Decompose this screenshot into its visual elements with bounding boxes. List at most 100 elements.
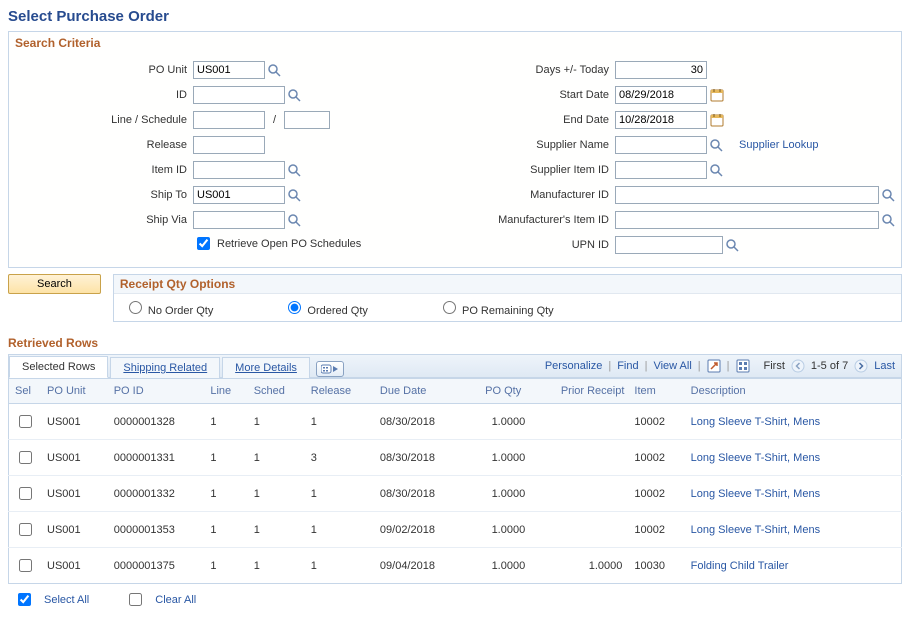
supplier-name-input[interactable] [615, 136, 707, 154]
cell-spacer [872, 404, 902, 440]
cell-po-qty: 1.0000 [462, 512, 531, 548]
cell-line: 1 [204, 512, 247, 548]
cell-sched: 1 [248, 548, 305, 584]
row-select-checkbox[interactable] [19, 451, 32, 464]
lookup-icon[interactable] [710, 139, 723, 152]
select-all-checkbox[interactable] [18, 593, 31, 606]
po-remaining-qty-radio[interactable] [443, 301, 456, 314]
no-order-qty-radio[interactable] [129, 301, 142, 314]
retrieve-open-label: Retrieve Open PO Schedules [217, 238, 361, 250]
search-criteria-section: Search Criteria PO Unit ID Line / Schedu… [8, 31, 902, 268]
manufacturer-item-id-label: Manufacturer's Item ID [400, 214, 615, 226]
col-po-unit[interactable]: PO Unit [41, 379, 108, 404]
supplier-lookup-link[interactable]: Supplier Lookup [739, 139, 819, 151]
zoom-icon[interactable] [707, 359, 721, 373]
prev-page-icon[interactable] [791, 359, 805, 373]
show-all-columns-icon[interactable] [316, 361, 344, 377]
col-po-id[interactable]: PO ID [108, 379, 205, 404]
cell-release: 1 [305, 476, 374, 512]
col-item[interactable]: Item [628, 379, 684, 404]
tab-selected-rows[interactable]: Selected Rows [9, 356, 108, 378]
ordered-qty-radio[interactable] [288, 301, 301, 314]
lookup-icon[interactable] [288, 89, 301, 102]
criteria-left-column: PO Unit ID Line / Schedule / Rel [15, 56, 380, 259]
col-prior-receipt[interactable]: Prior Receipt [531, 379, 628, 404]
lookup-icon[interactable] [726, 239, 739, 252]
schedule-input[interactable] [284, 111, 330, 129]
grid-toolbar: Selected Rows Shipping Related More Deta… [8, 354, 902, 378]
cell-description: Long Sleeve T-Shirt, Mens [685, 404, 872, 440]
manufacturer-id-input[interactable] [615, 186, 879, 204]
lookup-icon[interactable] [288, 164, 301, 177]
no-order-qty-option[interactable]: No Order Qty [124, 298, 213, 317]
description-link[interactable]: Long Sleeve T-Shirt, Mens [691, 452, 820, 464]
col-sel[interactable]: Sel [9, 379, 42, 404]
supplier-item-id-input[interactable] [615, 161, 707, 179]
view-all-link[interactable]: View All [653, 360, 691, 372]
download-icon[interactable] [736, 359, 750, 373]
retrieved-rows-table: Sel PO Unit PO ID Line Sched Release Due… [8, 378, 902, 584]
description-link[interactable]: Long Sleeve T-Shirt, Mens [691, 488, 820, 500]
lookup-icon[interactable] [288, 189, 301, 202]
col-po-qty[interactable]: PO Qty [462, 379, 531, 404]
clear-all-checkbox[interactable] [129, 593, 142, 606]
cell-po-id: 0000001353 [108, 512, 205, 548]
tab-shipping-related[interactable]: Shipping Related [110, 357, 220, 378]
ship-via-input[interactable] [193, 211, 285, 229]
lookup-icon[interactable] [710, 164, 723, 177]
days-today-input[interactable] [615, 61, 707, 79]
ship-via-label: Ship Via [15, 214, 193, 226]
col-line[interactable]: Line [204, 379, 247, 404]
description-link[interactable]: Long Sleeve T-Shirt, Mens [691, 524, 820, 536]
release-input[interactable] [193, 136, 265, 154]
lookup-icon[interactable] [288, 214, 301, 227]
calendar-icon[interactable] [710, 88, 724, 102]
manufacturer-item-id-input[interactable] [615, 211, 879, 229]
start-date-input[interactable] [615, 86, 707, 104]
cell-spacer [872, 440, 902, 476]
lookup-icon[interactable] [268, 64, 281, 77]
col-release[interactable]: Release [305, 379, 374, 404]
lookup-icon[interactable] [882, 214, 895, 227]
col-description[interactable]: Description [685, 379, 872, 404]
col-sched[interactable]: Sched [248, 379, 305, 404]
cell-description: Folding Child Trailer [685, 548, 872, 584]
clear-all-link[interactable]: Clear All [155, 594, 196, 606]
last-link[interactable]: Last [874, 360, 895, 372]
col-due-date[interactable]: Due Date [374, 379, 463, 404]
ordered-qty-option[interactable]: Ordered Qty [283, 298, 368, 317]
cell-item: 10030 [628, 548, 684, 584]
row-select-checkbox[interactable] [19, 523, 32, 536]
upn-id-input[interactable] [615, 236, 723, 254]
ship-to-input[interactable] [193, 186, 285, 204]
personalize-link[interactable]: Personalize [545, 360, 602, 372]
line-input[interactable] [193, 111, 265, 129]
search-button[interactable]: Search [8, 274, 101, 294]
start-date-label: Start Date [400, 89, 615, 101]
cell-po-unit: US001 [41, 548, 108, 584]
cell-prior-receipt [531, 440, 628, 476]
next-page-icon[interactable] [854, 359, 868, 373]
calendar-icon[interactable] [710, 113, 724, 127]
description-link[interactable]: Folding Child Trailer [691, 560, 789, 572]
cell-po-id: 0000001328 [108, 404, 205, 440]
retrieve-open-checkbox[interactable] [197, 237, 210, 250]
cell-due-date: 09/02/2018 [374, 512, 463, 548]
cell-due-date: 08/30/2018 [374, 476, 463, 512]
lookup-icon[interactable] [882, 189, 895, 202]
cell-po-id: 0000001331 [108, 440, 205, 476]
end-date-input[interactable] [615, 111, 707, 129]
select-all-link[interactable]: Select All [44, 594, 89, 606]
po-remaining-qty-option[interactable]: PO Remaining Qty [438, 298, 554, 317]
cell-line: 1 [204, 404, 247, 440]
row-select-checkbox[interactable] [19, 415, 32, 428]
tab-more-details[interactable]: More Details [222, 357, 310, 378]
row-select-checkbox[interactable] [19, 487, 32, 500]
cell-spacer [872, 476, 902, 512]
item-id-input[interactable] [193, 161, 285, 179]
row-select-checkbox[interactable] [19, 559, 32, 572]
id-input[interactable] [193, 86, 285, 104]
find-link[interactable]: Find [617, 360, 638, 372]
po-unit-input[interactable] [193, 61, 265, 79]
description-link[interactable]: Long Sleeve T-Shirt, Mens [691, 416, 820, 428]
